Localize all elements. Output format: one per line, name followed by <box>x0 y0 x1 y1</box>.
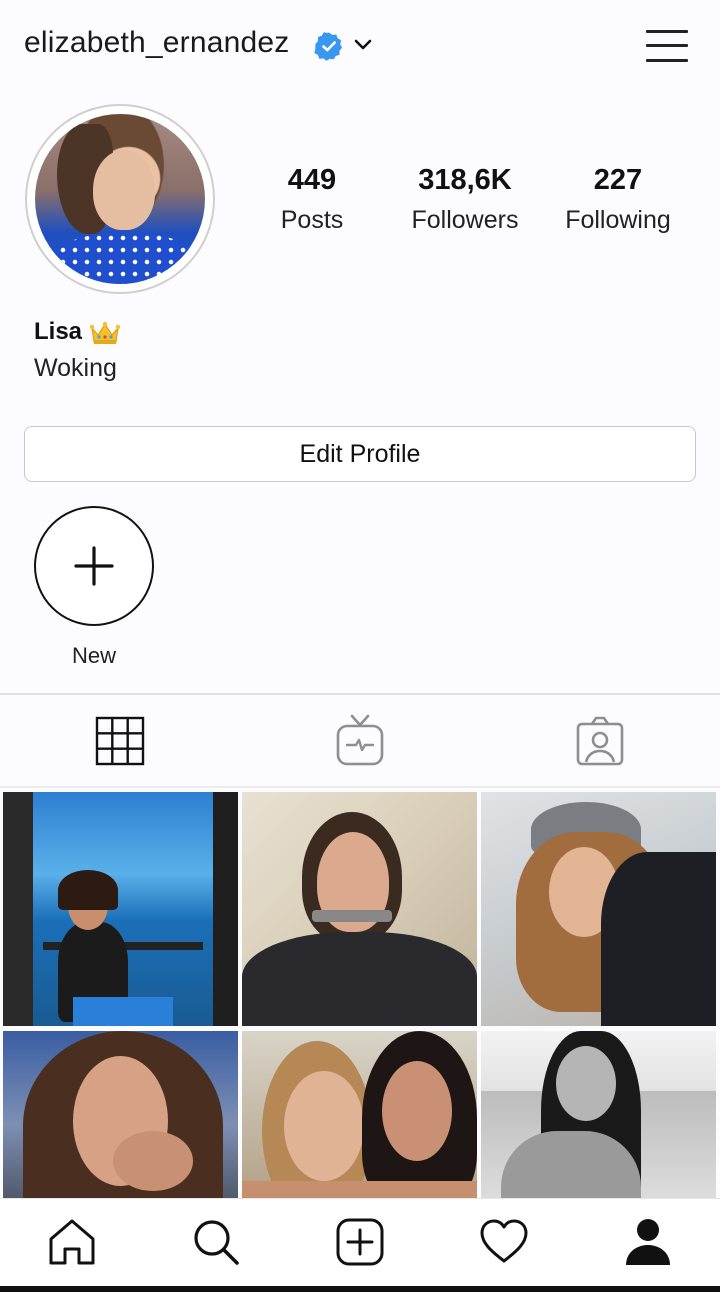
photo-grid <box>3 792 717 1198</box>
grid-icon[interactable] <box>92 712 148 770</box>
tagged-icon[interactable] <box>572 712 628 770</box>
following-stat[interactable]: 227 Following <box>556 163 680 238</box>
search-icon[interactable] <box>191 1217 241 1267</box>
posts-stat[interactable]: 449 Posts <box>262 163 362 238</box>
tabs-divider <box>0 693 720 695</box>
plus-icon <box>74 546 114 586</box>
grid-post[interactable] <box>3 792 238 1026</box>
new-post-icon[interactable] <box>335 1217 385 1267</box>
chevron-down-icon[interactable] <box>352 34 374 56</box>
crown-icon <box>89 321 121 344</box>
new-highlight-button[interactable] <box>34 506 154 626</box>
grid-post[interactable] <box>481 1031 716 1198</box>
profile-avatar[interactable] <box>25 104 215 294</box>
system-bar <box>0 1286 720 1292</box>
profile-bio: Woking <box>34 354 117 382</box>
followers-label: Followers <box>411 206 519 234</box>
profile-icon[interactable] <box>623 1217 673 1267</box>
grid-post[interactable] <box>242 792 477 1026</box>
verified-badge-icon <box>314 32 343 61</box>
igtv-icon[interactable] <box>332 712 388 770</box>
following-label: Following <box>565 206 671 234</box>
tabs-bottom-border <box>0 786 720 788</box>
top-bar: elizabeth_ernandez <box>0 0 720 92</box>
grid-post[interactable] <box>481 792 716 1026</box>
avatar-image <box>35 114 205 284</box>
posts-count: 449 <box>287 164 337 196</box>
followers-stat[interactable]: 318,6K Followers <box>398 163 532 238</box>
grid-post[interactable] <box>3 1031 238 1198</box>
username[interactable]: elizabeth_ernandez <box>24 26 289 60</box>
followers-count: 318,6K <box>418 164 512 196</box>
heart-icon[interactable] <box>479 1217 529 1267</box>
grid-post[interactable] <box>242 1031 477 1198</box>
edit-profile-button[interactable]: Edit Profile <box>24 426 696 482</box>
following-count: 227 <box>593 164 643 196</box>
home-icon[interactable] <box>47 1217 97 1267</box>
bottom-nav <box>0 1198 720 1286</box>
posts-label: Posts <box>280 206 344 234</box>
new-highlight-label: New <box>71 643 116 668</box>
hamburger-menu-icon[interactable] <box>646 28 690 64</box>
profile-name: Lisa <box>34 318 83 345</box>
